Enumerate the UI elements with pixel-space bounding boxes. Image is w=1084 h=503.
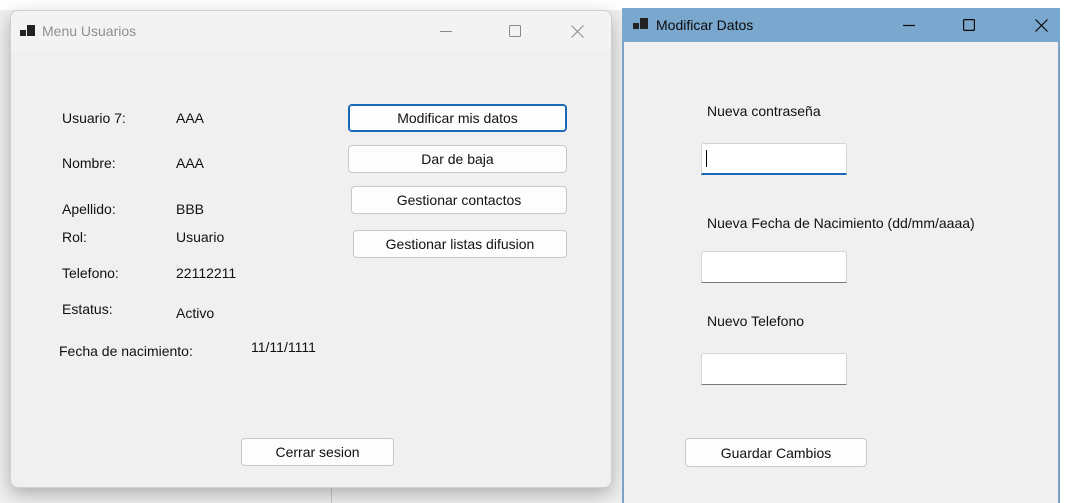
phone-label: Telefono: [62, 265, 119, 281]
close-button[interactable] [554, 11, 600, 51]
app-icon [20, 25, 36, 39]
minimize-button[interactable] [423, 11, 469, 51]
new-phone-input[interactable] [701, 353, 847, 385]
last-name-value: BBB [176, 201, 205, 217]
first-name-value: AAA [176, 155, 205, 171]
maximize-icon [509, 25, 521, 37]
new-birthdate-input[interactable] [701, 251, 847, 283]
last-name-label: Apellido: [62, 201, 116, 217]
menu-usuarios-window: Menu Usuarios Usuario 7: AAA Nombre: AAA… [10, 10, 612, 488]
save-changes-button[interactable]: Guardar Cambios [685, 438, 867, 467]
modify-data-button[interactable]: Modificar mis datos [348, 104, 567, 132]
window-title: Menu Usuarios [42, 23, 137, 39]
role-value: Usuario [176, 229, 225, 245]
modificar-datos-window: Modificar Datos Nueva contraseña Nueva F… [622, 8, 1060, 503]
text-caret [706, 150, 707, 167]
username-label: Usuario 7: [62, 110, 126, 126]
phone-value: 22112211 [176, 265, 237, 281]
logout-button[interactable]: Cerrar sesion [241, 438, 394, 466]
unsubscribe-button[interactable]: Dar de baja [348, 145, 567, 173]
maximize-icon [963, 19, 975, 31]
close-button[interactable] [1018, 8, 1064, 42]
manage-contacts-button[interactable]: Gestionar contactos [351, 186, 567, 214]
minimize-button[interactable] [886, 8, 932, 42]
new-birthdate-label: Nueva Fecha de Nacimiento (dd/mm/aaaa) [707, 215, 975, 231]
app-icon [633, 18, 649, 32]
new-password-input[interactable] [701, 143, 847, 175]
new-password-label: Nueva contraseña [707, 103, 821, 119]
titlebar[interactable]: Menu Usuarios [11, 11, 611, 51]
close-icon [1034, 18, 1048, 32]
minimize-icon [903, 24, 915, 27]
status-label: Estatus: [62, 301, 113, 317]
username-value: AAA [176, 110, 205, 126]
role-label: Rol: [62, 229, 87, 245]
minimize-icon [440, 31, 452, 32]
status-value: Activo [176, 305, 215, 321]
close-icon [570, 24, 584, 38]
titlebar[interactable]: Modificar Datos [622, 8, 1060, 42]
new-phone-label: Nuevo Telefono [707, 313, 805, 329]
birthdate-label: Fecha de nacimiento: [59, 343, 193, 359]
maximize-button[interactable] [492, 11, 538, 51]
manage-broadcast-lists-button[interactable]: Gestionar listas difusion [353, 230, 567, 258]
maximize-button[interactable] [946, 8, 992, 42]
birthdate-value: 11/11/1111 [251, 339, 316, 355]
first-name-label: Nombre: [62, 155, 116, 171]
window-title: Modificar Datos [656, 17, 754, 33]
